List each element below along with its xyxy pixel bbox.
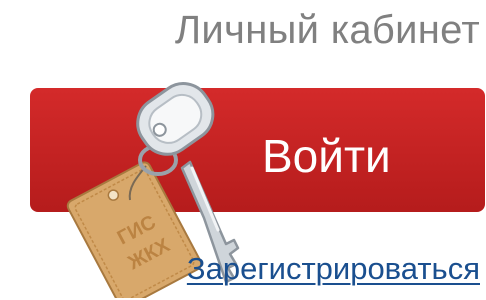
register-link[interactable]: Зарегистрироваться: [187, 250, 480, 288]
svg-text:ГИС: ГИС: [114, 211, 160, 249]
svg-text:ЖКХ: ЖКХ: [124, 234, 174, 275]
login-widget: Личный кабинет Войти ГИС ЖКХ Зарегистрир…: [0, 0, 486, 300]
login-button[interactable]: [30, 88, 485, 212]
page-title: Личный кабинет: [174, 8, 480, 52]
